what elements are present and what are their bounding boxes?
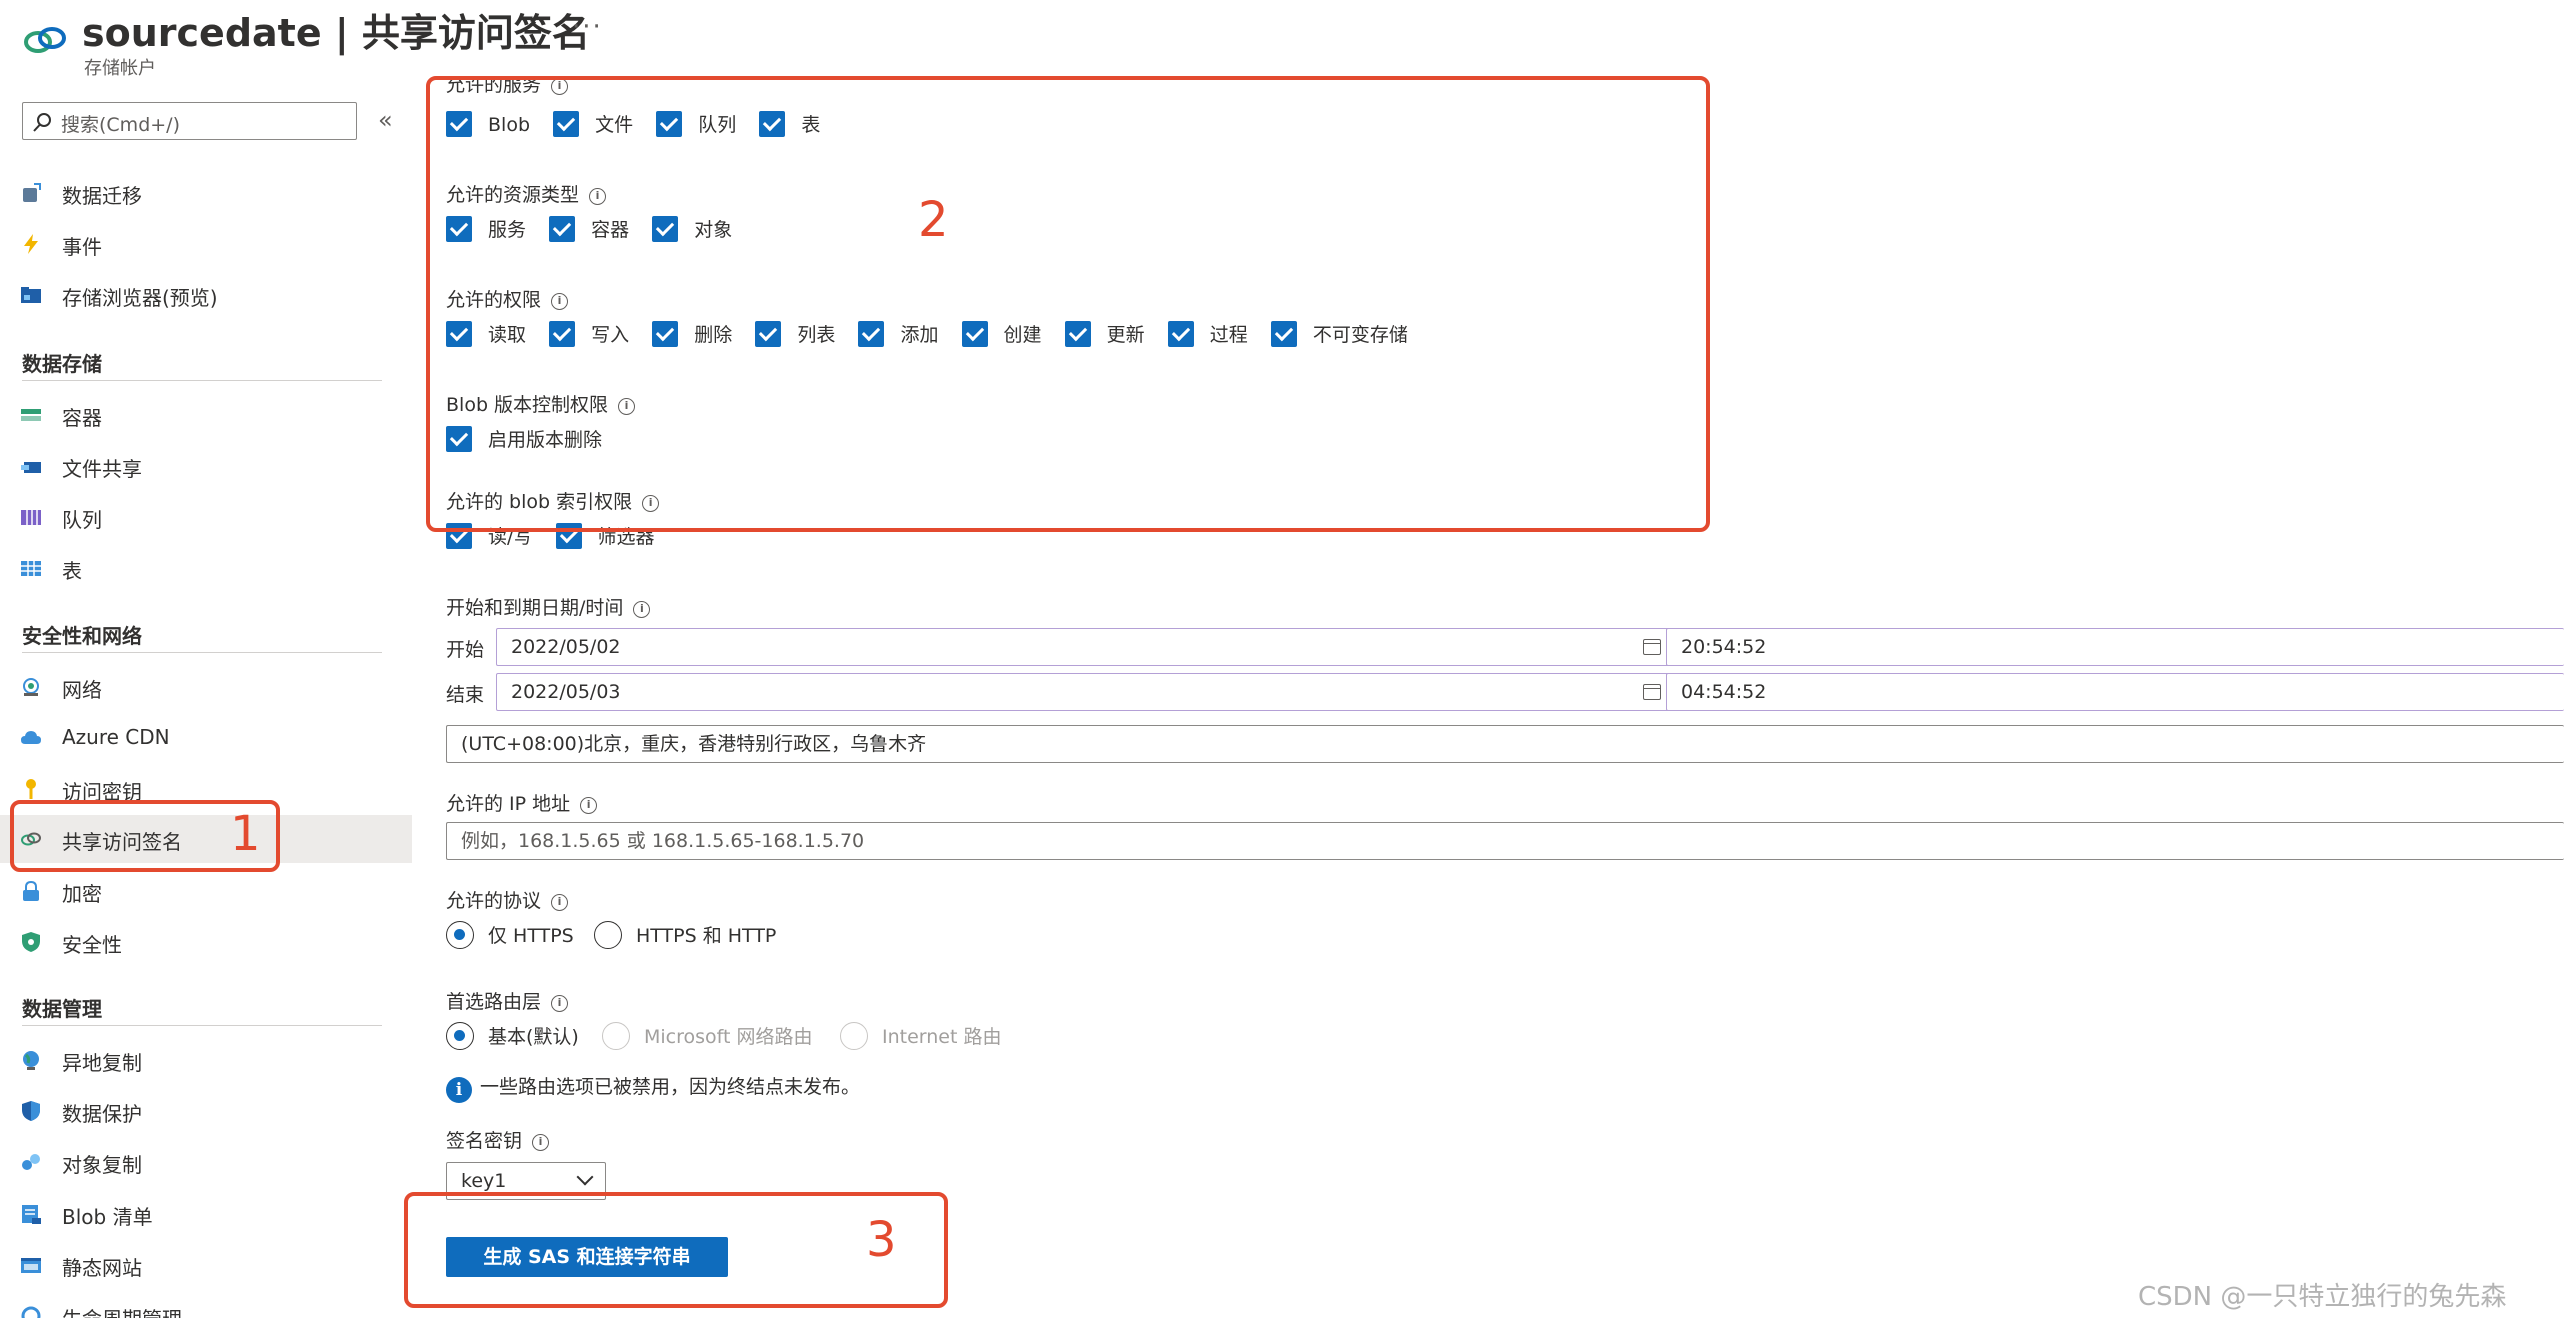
storage-browser-icon [21,287,41,303]
radio-routing-microsoft[interactable]: Microsoft 网络路由 [602,1019,813,1050]
sidebar-item-containers[interactable]: 容器 [0,391,412,439]
network-icon [23,678,39,696]
annotation-number-2: 2 [918,192,949,248]
object-replication-icon [22,1154,40,1170]
more-options-button[interactable]: ··· [572,12,603,42]
sidebar-item-lifecycle-management[interactable]: 生命周期管理 [0,1292,412,1318]
section-divider [22,380,382,381]
start-label: 开始 [446,639,485,661]
start-time-input[interactable]: 20:54:52 [1666,628,2564,666]
section-security-networking: 安全性和网络 [22,624,142,648]
website-icon [21,1258,41,1273]
info-icon[interactable]: i [580,797,598,814]
allowed-protocol-label: 允许的协议 i [446,886,569,913]
sidebar-item-tables[interactable]: 表 [0,544,412,592]
end-date-input[interactable]: 2022/05/03 [496,673,1672,711]
routing-tier-label: 首选路由层 i [446,987,569,1014]
sidebar-item-security[interactable]: 安全性 [0,918,412,966]
sidebar-item-azure-cdn[interactable]: Azure CDN [0,714,412,762]
inventory-icon [22,1205,41,1224]
info-icon[interactable]: i [532,1134,550,1151]
annotation-number-1: 1 [230,806,261,862]
radio-routing-basic[interactable]: 基本(默认) [446,1019,579,1050]
sidebar-item-queues[interactable]: 队列 [0,493,412,541]
sidebar-item-storage-browser[interactable]: 存储浏览器(预览) [0,271,412,319]
queue-icon [21,510,41,525]
allowed-ip-label: 允许的 IP 地址 i [446,789,598,816]
page-title: sourcedate | 共享访问签名 [82,11,590,55]
search-input[interactable]: 搜索(Cmd+/) [22,102,357,140]
shield-icon [22,932,40,952]
page-subtitle: 存储帐户 [84,58,156,79]
allowed-ip-input[interactable]: 例如，168.1.5.65 或 168.1.5.65-168.1.5.70 [446,822,2564,860]
data-protection-icon [22,1101,40,1121]
globe-icon [23,1051,39,1070]
signing-key-label: 签名密钥 i [446,1126,550,1153]
search-icon [33,113,51,132]
data-migration-icon [23,183,41,202]
page-header: sourcedate | 共享访问签名 存储帐户 ··· [0,0,2564,82]
radio-https-only[interactable]: 仅 HTTPS [446,918,574,949]
lock-icon [23,880,39,901]
sidebar-item-events[interactable]: 事件 [0,220,412,268]
datetime-label: 开始和到期日期/时间 i [446,593,651,620]
end-time-input[interactable]: 04:54:52 [1666,673,2564,711]
calendar-icon[interactable] [1643,684,1661,700]
search-placeholder: 搜索(Cmd+/) [61,114,180,136]
sidebar-item-networking[interactable]: 网络 [0,663,412,711]
end-label: 结束 [446,684,485,706]
cloud-icon [21,731,41,744]
section-data-storage: 数据存储 [22,352,102,376]
sidebar-item-object-replication[interactable]: 对象复制 [0,1138,412,1186]
annotation-box-2 [426,76,1710,532]
sidebar-item-file-shares[interactable]: 文件共享 [0,442,412,490]
calendar-icon[interactable] [1643,639,1661,655]
start-date-input[interactable]: 2022/05/02 [496,628,1672,666]
sidebar-item-data-migration[interactable]: 数据迁移 [0,169,412,217]
section-divider [22,652,382,653]
sidebar-item-encryption[interactable]: 加密 [0,867,412,915]
collapse-sidebar-button[interactable]: « [378,106,393,134]
lightning-icon [24,234,38,254]
table-icon [21,561,41,576]
sidebar-item-blob-inventory[interactable]: Blob 清单 [0,1190,412,1238]
section-data-management: 数据管理 [22,997,102,1021]
sidebar-item-geo-replication[interactable]: 异地复制 [0,1036,412,1084]
sidebar-item-data-protection[interactable]: 数据保护 [0,1087,412,1135]
watermark: CSDN @一只特立独行的兔先森 [2138,1282,2507,1312]
key-icon [26,779,36,799]
info-icon[interactable]: i [551,995,569,1012]
lifecycle-icon [21,1306,41,1318]
info-icon[interactable]: i [633,601,651,618]
storage-link-icon [24,27,66,53]
chevron-down-icon [576,1168,594,1186]
radio-routing-internet[interactable]: Internet 路由 [840,1019,1001,1050]
radio-https-and-http[interactable]: HTTPS 和 HTTP [594,918,776,949]
file-share-icon [21,462,41,473]
timezone-select[interactable]: (UTC+08:00)北京，重庆，香港特别行政区，乌鲁木齐 [446,725,2564,763]
container-icon [21,409,41,421]
sidebar: 搜索(Cmd+/) « 数据迁移 事件 存储浏览器(预览) 数据存储 容器 文件… [0,82,412,1318]
section-divider [22,1025,382,1026]
routing-note: i 一些路由选项已被禁用，因为终结点未发布。 [446,1072,860,1103]
annotation-number-3: 3 [866,1212,897,1268]
info-icon[interactable]: i [551,894,569,911]
sidebar-item-static-website[interactable]: 静态网站 [0,1241,412,1289]
info-filled-icon: i [446,1077,472,1103]
